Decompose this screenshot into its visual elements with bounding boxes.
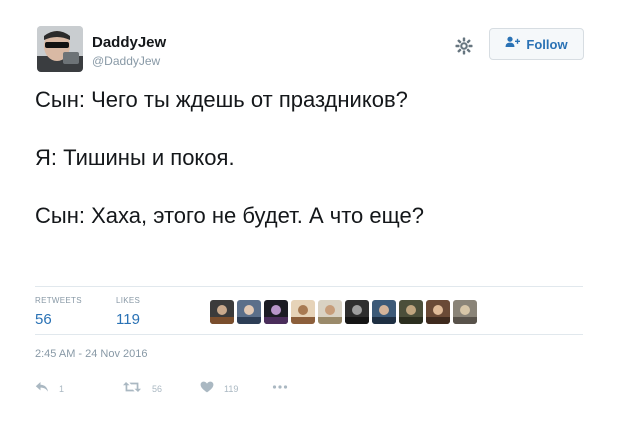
more-icon <box>272 380 288 398</box>
reply-button[interactable]: 1 <box>35 380 64 398</box>
liker-avatar[interactable] <box>453 300 477 324</box>
liker-avatar[interactable] <box>237 300 261 324</box>
likes-stat[interactable]: LIKES 119 <box>116 296 140 328</box>
reply-icon <box>35 380 49 398</box>
retweets-count: 56 <box>35 311 52 328</box>
follow-button-label: Follow <box>526 36 568 52</box>
liker-avatar[interactable] <box>426 300 450 324</box>
like-count: 119 <box>224 384 239 394</box>
add-user-icon <box>505 35 521 53</box>
retweets-label: RETWEETS <box>35 296 82 305</box>
tweet-text: Сын: Чего ты ждешь от праздников? Я: Тиш… <box>35 86 595 260</box>
like-button[interactable]: 119 <box>200 380 238 398</box>
tweet-line: Сын: Хаха, этого не будет. А что еще? <box>35 203 424 228</box>
liker-avatar[interactable] <box>264 300 288 324</box>
stats-bottom-divider <box>35 334 583 335</box>
liker-avatar[interactable] <box>372 300 396 324</box>
follow-button[interactable]: Follow <box>489 28 584 60</box>
avatar[interactable] <box>37 26 83 72</box>
tweet-timestamp[interactable]: 2:45 AM - 24 Nov 2016 <box>35 348 148 360</box>
liker-avatar[interactable] <box>210 300 234 324</box>
liker-avatar[interactable] <box>291 300 315 324</box>
retweets-stat[interactable]: RETWEETS 56 <box>35 296 82 328</box>
retweet-count: 56 <box>152 384 163 394</box>
more-button[interactable] <box>272 380 288 398</box>
liker-avatar[interactable] <box>345 300 369 324</box>
liker-avatars <box>210 300 477 324</box>
tweet-line: Я: Тишины и покоя. <box>35 145 235 170</box>
display-name[interactable]: DaddyJew <box>92 34 166 51</box>
gear-icon[interactable] <box>454 36 474 56</box>
reply-count: 1 <box>59 384 65 394</box>
heart-icon <box>200 380 214 398</box>
retweet-button[interactable]: 56 <box>122 380 162 398</box>
tweet-line: Сын: Чего ты ждешь от праздников? <box>35 87 408 112</box>
stats-top-divider <box>35 286 583 287</box>
liker-avatar[interactable] <box>399 300 423 324</box>
retweet-icon <box>122 380 142 398</box>
liker-avatar[interactable] <box>318 300 342 324</box>
user-handle[interactable]: @DaddyJew <box>92 54 160 68</box>
likes-count: 119 <box>116 311 140 328</box>
likes-label: LIKES <box>116 296 141 305</box>
